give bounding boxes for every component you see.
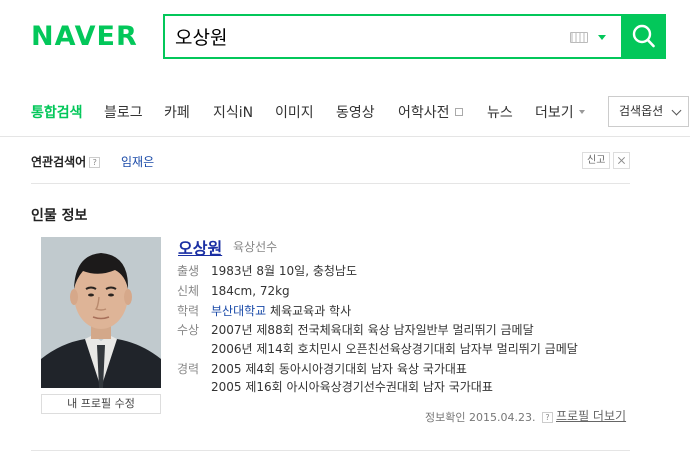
person-portrait-image: [41, 237, 161, 388]
related-title-label: 연관검색어: [31, 155, 87, 169]
info-value: 2005 제4회 동아시아경기대회 남자 육상 국가대표: [211, 362, 467, 376]
person-name-link[interactable]: 오상원: [178, 235, 222, 259]
help-icon[interactable]: ?: [541, 412, 553, 423]
close-icon[interactable]: [613, 152, 630, 169]
tab-video[interactable]: 동영상: [336, 104, 375, 122]
chevron-down-icon: [671, 105, 682, 116]
tab-cafe[interactable]: 카페: [164, 104, 190, 122]
info-key: 학력: [177, 304, 200, 318]
school-link[interactable]: 부산대학교: [211, 304, 266, 318]
keyboard-icon[interactable]: [570, 32, 588, 43]
tab-image[interactable]: 이미지: [275, 104, 314, 122]
related-title: 연관검색어?: [31, 153, 101, 170]
search-tabs: 통합검색 블로그 카페 지식iN 이미지 동영상 어학사전 뉴스 더보기 검색옵…: [0, 88, 690, 137]
info-value: 2007년 제88회 전국체육대회 육상 남자일반부 멀리뛰기 금메달: [211, 323, 534, 337]
tab-dictionary-label: 어학사전: [398, 105, 450, 121]
caret-down-icon: [578, 110, 585, 114]
naver-logo[interactable]: NAVER: [31, 22, 138, 52]
profile-photo[interactable]: [41, 237, 161, 388]
search-options-label: 검색옵션: [619, 104, 664, 118]
search-button[interactable]: [621, 14, 666, 59]
header: NAVER: [0, 0, 690, 88]
tab-more-label: 더보기: [535, 105, 574, 121]
info-key: 수상: [177, 323, 200, 337]
info-key: 출생: [177, 264, 200, 278]
section-title: 인물 정보: [31, 208, 88, 224]
info-key: 경력: [177, 362, 200, 376]
department-text: 체육교육과 학사: [270, 304, 352, 318]
tab-blog[interactable]: 블로그: [104, 104, 143, 122]
info-verified: 정보확인 2015.04.23. ?: [425, 409, 553, 425]
verified-date: 2015.04.23.: [468, 411, 536, 424]
tab-dictionary[interactable]: 어학사전: [398, 104, 463, 122]
info-value: 부산대학교 체육교육과 학사: [211, 303, 351, 320]
more-profile-link[interactable]: 프로필 더보기: [556, 407, 626, 424]
info-value: 2005 제16회 아시아육상경기선수권대회 남자 국가대표: [211, 380, 493, 394]
report-button[interactable]: 신고: [582, 152, 611, 169]
person-occupation: 육상선수: [233, 240, 278, 254]
tab-knowledge-in[interactable]: 지식iN: [213, 104, 253, 122]
tab-news[interactable]: 뉴스: [487, 104, 513, 122]
info-value: 1983년 8월 10일, 충청남도: [211, 264, 357, 278]
tab-more[interactable]: 더보기: [535, 104, 585, 122]
verified-label: 정보확인: [425, 411, 466, 424]
info-value: 184cm, 72kg: [211, 284, 290, 298]
search-input[interactable]: [175, 16, 555, 57]
help-icon[interactable]: ?: [89, 157, 101, 168]
dropdown-arrow-icon[interactable]: [598, 35, 606, 40]
divider: [31, 450, 630, 451]
search-icon: [632, 24, 655, 48]
tab-integrated-search[interactable]: 통합검색: [31, 104, 83, 122]
search-options-button[interactable]: 검색옵션: [608, 96, 689, 127]
related-search-bar: 연관검색어? 임재은 신고: [31, 152, 630, 184]
info-key: 신체: [177, 284, 200, 298]
external-window-icon: [454, 108, 463, 116]
search-box[interactable]: [163, 14, 623, 59]
info-value: 2006년 제14회 호치민시 오픈친선육상경기대회 남자부 멀리뛰기 금메달: [211, 342, 578, 356]
related-keyword-link[interactable]: 임재은: [121, 153, 154, 170]
edit-profile-button[interactable]: 내 프로필 수정: [41, 394, 161, 414]
